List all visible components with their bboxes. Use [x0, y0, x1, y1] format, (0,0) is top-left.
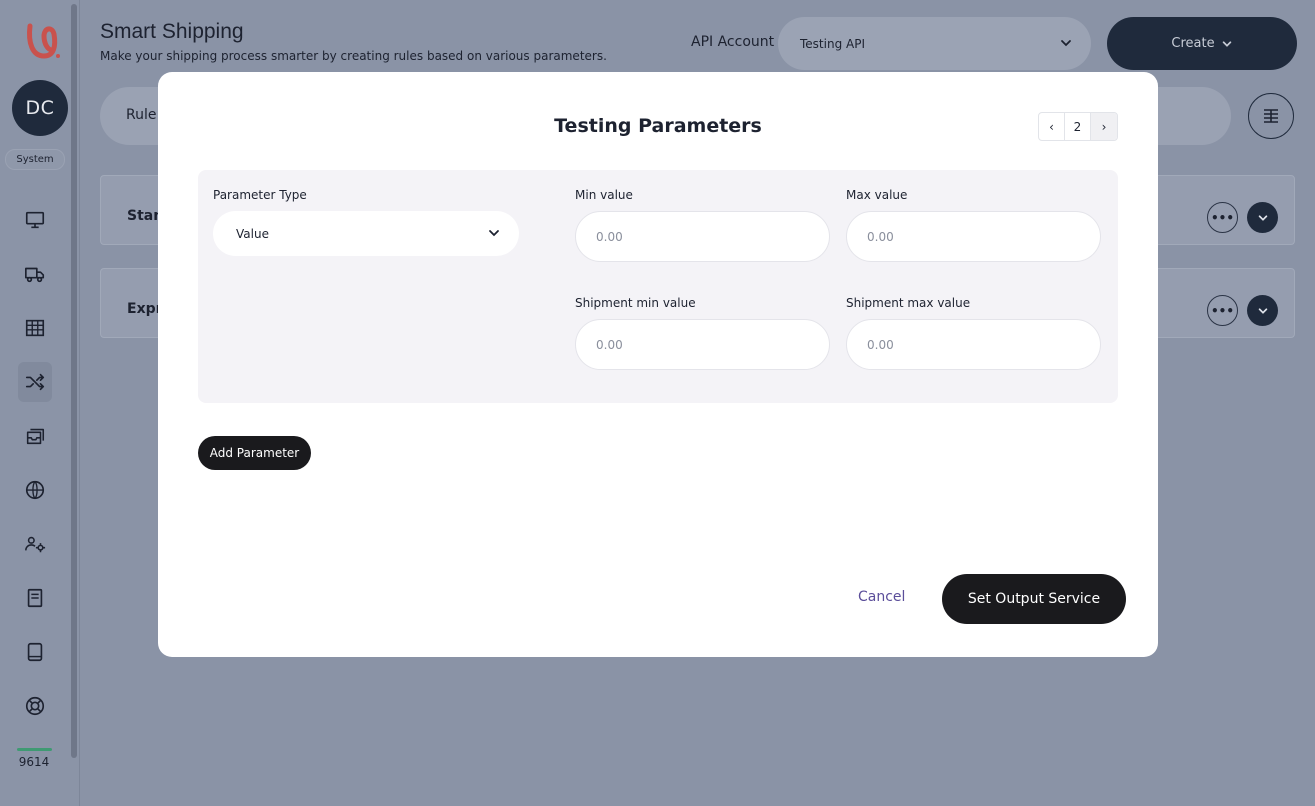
pager: ‹ 2 › [1038, 112, 1118, 141]
monitor-icon [25, 211, 45, 229]
parameter-type-label: Parameter Type [213, 188, 307, 202]
parameter-type-select[interactable]: Value [213, 211, 519, 256]
expand-button[interactable] [1247, 202, 1278, 233]
sidebar-item-users-settings[interactable] [18, 524, 52, 564]
chevron-down-icon [1258, 214, 1267, 221]
sidebar-item-shipments[interactable] [18, 254, 52, 294]
sidebar-item-dashboard[interactable] [18, 200, 52, 240]
tablet-icon [27, 642, 43, 662]
users-gear-icon [25, 536, 46, 553]
rule-bar-label: Rule [126, 107, 157, 123]
shipment-max-value-label: Shipment max value [846, 296, 971, 310]
testing-parameters-modal: Testing Parameters ‹ 2 › Parameter Type … [158, 72, 1158, 657]
chevron-down-icon [1222, 40, 1231, 47]
book-icon [27, 588, 43, 608]
max-value-label: Max value [846, 188, 908, 202]
sidebar-item-docs[interactable] [18, 578, 52, 618]
credit-balance: 9614 [18, 755, 50, 769]
inbox-stack-icon [26, 428, 45, 445]
shuffle-icon [25, 373, 45, 391]
sidebar: DC System 9614 [0, 0, 80, 806]
sidebar-scrollbar[interactable] [71, 4, 77, 758]
avatar[interactable]: DC [12, 80, 68, 136]
min-value-label: Min value [575, 188, 633, 202]
sidebar-item-inbox[interactable] [18, 416, 52, 456]
set-output-service-button[interactable]: Set Output Service [942, 574, 1126, 624]
api-account-value: Testing API [800, 36, 865, 51]
shipment-min-value-label: Shipment min value [575, 296, 696, 310]
role-badge: System [5, 149, 65, 170]
add-parameter-button[interactable]: Add Parameter [198, 436, 311, 470]
parameter-type-value: Value [236, 226, 269, 241]
sidebar-item-smart-shipping[interactable] [18, 362, 52, 402]
page-subtitle: Make your shipping process smarter by cr… [100, 49, 607, 63]
max-value-input[interactable] [846, 211, 1101, 262]
credit-bar [17, 748, 52, 751]
pager-current-page: 2 [1065, 113, 1091, 140]
chevron-down-icon [1061, 40, 1071, 47]
globe-icon [25, 480, 45, 500]
cancel-button[interactable]: Cancel [858, 589, 905, 605]
sidebar-item-support[interactable] [18, 686, 52, 726]
api-account-label: API Account [691, 34, 775, 50]
chevron-down-icon [1258, 307, 1267, 314]
modal-title: Testing Parameters [554, 115, 762, 137]
list-grid-icon [1264, 109, 1278, 123]
more-options-button[interactable]: ••• [1207, 295, 1238, 326]
more-options-button[interactable]: ••• [1207, 202, 1238, 233]
lifebuoy-icon [25, 696, 45, 716]
pager-prev-button[interactable]: ‹ [1039, 113, 1065, 140]
sidebar-item-tables[interactable] [18, 308, 52, 348]
page-title: Smart Shipping [100, 20, 244, 43]
create-button[interactable]: Create [1107, 17, 1297, 70]
parameter-panel: Parameter Type Value Min value Max value… [198, 170, 1118, 403]
pager-next-button[interactable]: › [1091, 113, 1117, 140]
shipment-max-value-input[interactable] [846, 319, 1101, 370]
sidebar-item-devices[interactable] [18, 632, 52, 672]
sidebar-item-global[interactable] [18, 470, 52, 510]
expand-button[interactable] [1247, 295, 1278, 326]
api-account-select[interactable]: Testing API [778, 17, 1091, 70]
chevron-down-icon [489, 230, 499, 237]
brand-logo-icon[interactable] [22, 20, 62, 62]
create-label: Create [1171, 36, 1215, 51]
shipment-min-value-input[interactable] [575, 319, 830, 370]
truck-icon [25, 267, 45, 283]
view-toggle-button[interactable] [1248, 93, 1294, 139]
min-value-input[interactable] [575, 211, 830, 262]
table-icon [25, 319, 45, 337]
